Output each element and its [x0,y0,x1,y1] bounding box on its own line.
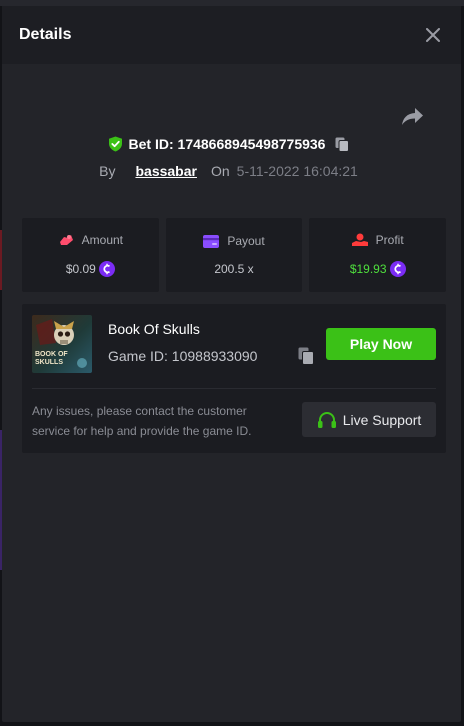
copy-game-id-icon[interactable] [298,347,314,365]
stat-payout-label: Payout [227,234,265,248]
close-icon [426,28,440,42]
support-help-text: Any issues, please contact the customer … [32,404,252,438]
stat-amount-value: $0.09 [65,262,96,276]
bet-id: Bet ID: 1748668945498775936 [128,136,326,152]
stat-payout-value: 200.5 x [214,262,254,276]
game-id: Game ID: 10988933090 [108,348,258,364]
copy-bet-id-icon[interactable] [335,137,350,152]
divider [32,388,436,389]
stat-profit: Profit $19.93 [309,218,447,292]
stat-profit-header: Profit [351,233,404,247]
modal-title: Details [19,26,72,43]
share-icon [402,108,423,125]
stat-amount-label: Amount [81,233,124,247]
card-icon [203,234,220,248]
share-button[interactable] [401,106,425,128]
game-card: BOOK OF SKULLS Book Of Skulls Game ID: 1… [22,304,446,453]
coin-hand-icon [351,233,368,246]
play-now-button[interactable]: Play Now [326,328,436,360]
thumbnail-title-line2: SKULLS [35,359,63,366]
headset-icon [317,411,336,428]
bet-stats: Amount $0.09 Payout 200.5 x Profit $19.9… [22,218,447,292]
bet-id-row: Bet ID: 1748668945498775936 [2,136,461,152]
stat-amount: Amount $0.09 [22,218,159,292]
modal-header: Details [2,6,461,64]
by-label: By [99,163,116,179]
stat-amount-value-row: $0.09 [66,261,115,277]
stat-profit-value: $19.93 [349,262,387,276]
coin-icon [98,261,115,277]
username-link[interactable]: bassabar [135,163,196,179]
live-support-label: Live Support [342,411,422,428]
close-button[interactable] [423,25,443,45]
thumbnail-title-line1: BOOK OF [35,351,68,358]
stat-payout: Payout 200.5 x [165,218,303,292]
coin-icon [389,261,406,277]
game-thumbnail[interactable]: BOOK OF SKULLS [32,315,92,373]
stat-profit-label: Profit [375,233,404,247]
live-support-button[interactable]: Live Support [302,402,436,437]
stat-profit-value-row: $19.93 [350,261,406,277]
bet-meta-row: By bassabar On 5-11-2022 16:04:21 [2,163,461,179]
on-label: On [210,163,230,179]
verified-shield-icon [108,136,122,152]
game-name[interactable]: Book Of Skulls [108,321,200,337]
stat-payout-value-row: 200.5 x [214,262,253,276]
wallet-hand-icon [59,235,73,245]
bet-date: 5-11-2022 16:04:21 [236,163,358,179]
stat-amount-header: Amount [58,233,123,247]
bet-details-modal: Details Bet ID: 1748668945498775936 By b… [2,6,461,722]
stat-payout-header: Payout [203,234,265,248]
